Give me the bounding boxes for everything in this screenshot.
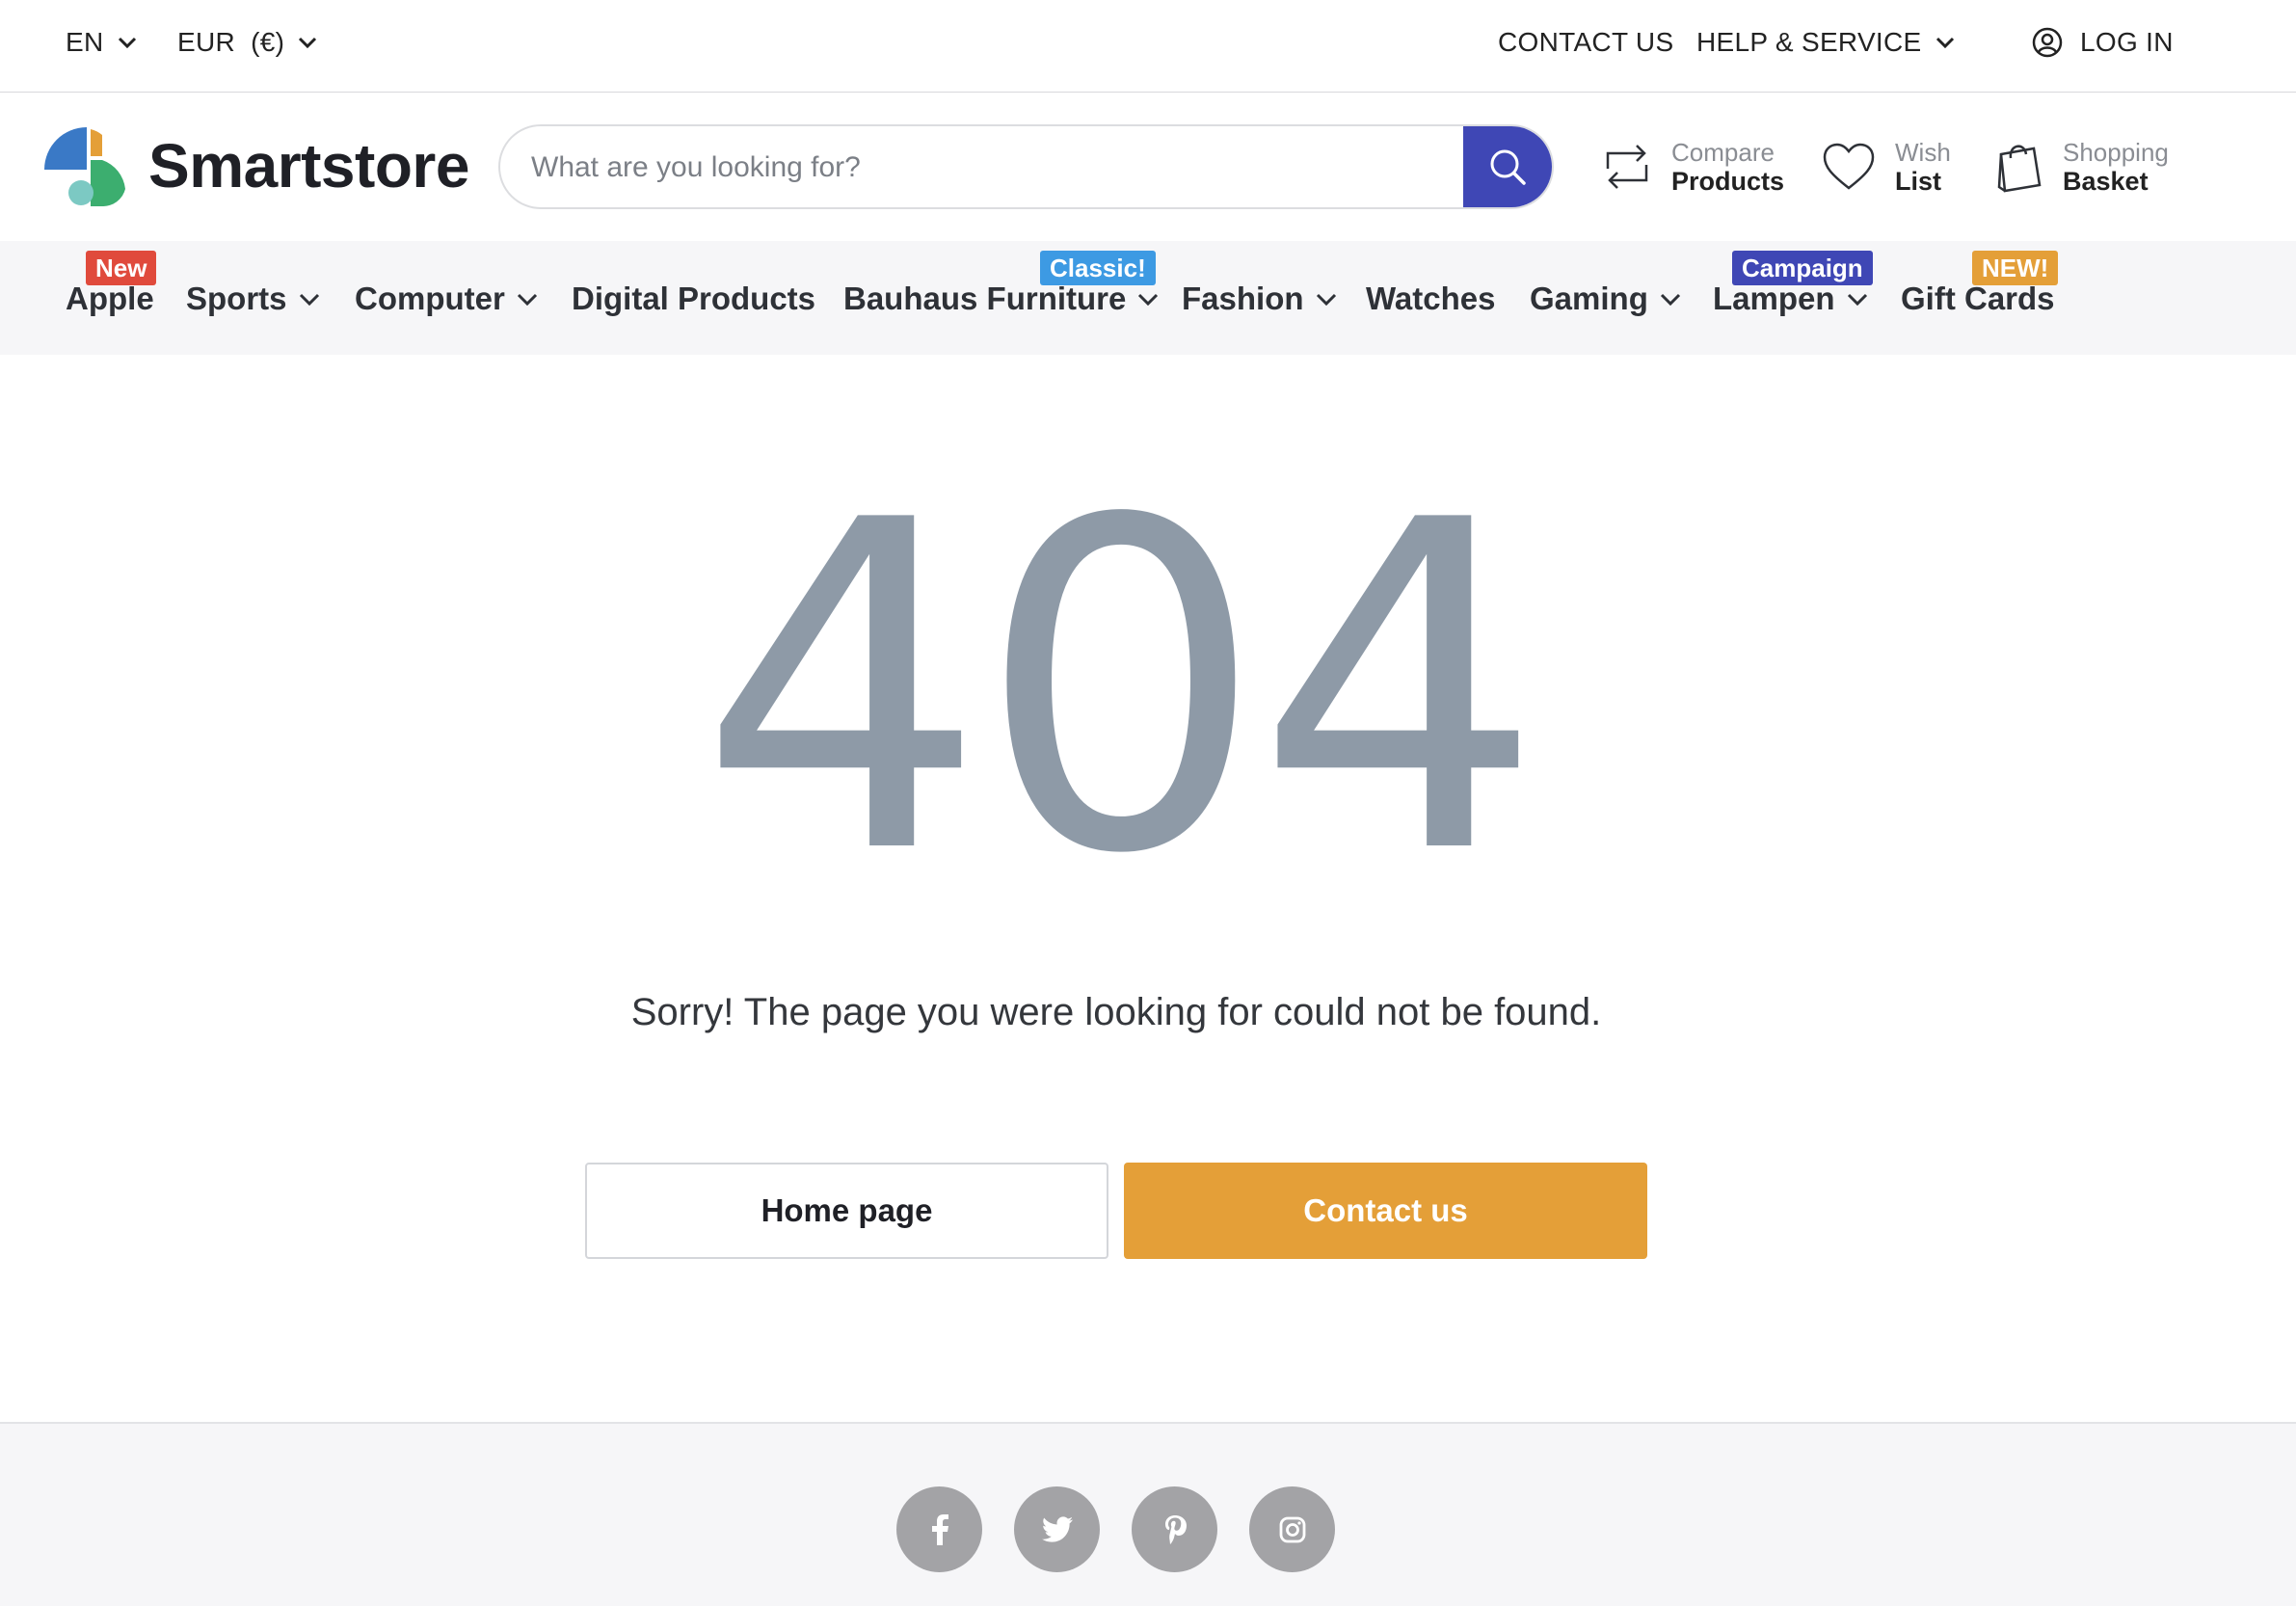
user-circle-icon <box>2032 27 2063 58</box>
chevron-down-icon <box>1847 293 1867 306</box>
nav-badge-classic: Classic! <box>1040 251 1156 285</box>
twitter-link[interactable] <box>1014 1486 1100 1572</box>
instagram-link[interactable] <box>1249 1486 1335 1572</box>
facebook-icon <box>931 1513 948 1545</box>
currency-label: EUR (€) <box>177 27 285 57</box>
nav-item-computer[interactable]: Computer <box>355 280 538 318</box>
chevron-down-icon <box>1936 37 1954 48</box>
compare-icon <box>1606 144 1648 189</box>
nav-badge-new-exclaim: NEW! <box>1972 251 2059 285</box>
nav-item-label: Gaming <box>1530 281 1648 316</box>
nav-item-label: Lampen <box>1713 281 1835 316</box>
wish-list-link[interactable]: Wish List <box>1822 130 1951 202</box>
chevron-down-icon <box>1660 293 1680 306</box>
contact-us-link[interactable]: CONTACT US <box>1498 0 1673 85</box>
main-navigation: Apple New Sports Computer Digital Produc… <box>0 241 2296 355</box>
contact-us-button[interactable]: Contact us <box>1124 1163 1647 1259</box>
twitter-icon <box>1041 1515 1073 1542</box>
brand-name: Smartstore <box>148 131 469 201</box>
top-bar: EN EUR (€) CONTACT US HELP & SERVICE LOG… <box>0 0 2296 93</box>
wishlist-line1: Wish <box>1895 137 1951 167</box>
nav-item-apple[interactable]: Apple <box>66 280 154 318</box>
nav-item-label: Gift Cards <box>1901 281 2055 316</box>
facebook-link[interactable] <box>896 1486 982 1572</box>
pinterest-icon <box>1164 1514 1187 1544</box>
error-code: 404 <box>698 425 1543 952</box>
chevron-down-icon <box>299 293 319 306</box>
help-service-label: HELP & SERVICE <box>1696 27 1922 57</box>
instagram-icon <box>1279 1516 1305 1542</box>
chevron-down-icon <box>118 37 136 48</box>
compare-line1: Compare <box>1671 137 1775 167</box>
nav-item-gaming[interactable]: Gaming <box>1530 280 1681 318</box>
nav-item-label: Digital Products <box>572 281 816 316</box>
currency-selector[interactable]: EUR (€) <box>177 0 317 85</box>
error-message: Sorry! The page you were looking for cou… <box>630 991 1602 1033</box>
language-label: EN <box>66 27 104 57</box>
nav-badge-new: New <box>86 251 157 285</box>
nav-item-gift-cards[interactable]: Gift Cards <box>1901 280 2055 318</box>
basket-line1: Shopping <box>2063 137 2169 167</box>
search-button[interactable] <box>1463 126 1552 207</box>
nav-item-watches[interactable]: Watches <box>1366 280 1495 318</box>
compare-line2: Products <box>1671 166 1785 196</box>
nav-item-bauhaus-furniture[interactable]: Bauhaus Furniture <box>843 280 1159 318</box>
chevron-down-icon <box>1316 293 1336 306</box>
help-service-menu[interactable]: HELP & SERVICE <box>1696 0 1955 85</box>
pinterest-link[interactable] <box>1132 1486 1217 1572</box>
nav-item-label: Fashion <box>1182 281 1304 316</box>
shopping-basket-link[interactable]: Shopping Basket <box>1995 130 2169 202</box>
nav-item-fashion[interactable]: Fashion <box>1182 280 1337 318</box>
nav-item-label: Watches <box>1366 281 1496 316</box>
nav-item-label: Computer <box>355 281 505 316</box>
shopping-bag-icon <box>1997 145 2042 192</box>
search-box <box>498 124 1554 209</box>
nav-item-label: Bauhaus Furniture <box>843 281 1127 316</box>
chevron-down-icon <box>299 37 317 48</box>
nav-item-sports[interactable]: Sports <box>186 280 320 318</box>
smartstore-logo-icon <box>44 127 125 206</box>
language-selector[interactable]: EN <box>66 0 137 85</box>
nav-badge-campaign: Campaign <box>1732 251 1873 285</box>
chevron-down-icon <box>1138 293 1159 306</box>
chevron-down-icon <box>517 293 537 306</box>
nav-item-label: Sports <box>186 281 287 316</box>
brand-logo[interactable]: Smartstore <box>42 125 469 206</box>
nav-item-label: Apple <box>66 281 154 316</box>
compare-products-link[interactable]: Compare Products <box>1602 130 1784 202</box>
search-input[interactable] <box>500 126 1493 207</box>
basket-line2: Basket <box>2063 166 2149 196</box>
nav-item-digital-products[interactable]: Digital Products <box>572 280 815 318</box>
login-label: LOG IN <box>2080 27 2174 57</box>
nav-item-lampen[interactable]: Lampen <box>1713 280 1868 318</box>
login-link[interactable]: LOG IN <box>2032 0 2174 85</box>
home-page-button[interactable]: Home page <box>585 1163 1108 1259</box>
search-icon <box>1490 149 1526 185</box>
wishlist-line2: List <box>1895 166 1942 196</box>
heart-icon <box>1823 143 1875 190</box>
